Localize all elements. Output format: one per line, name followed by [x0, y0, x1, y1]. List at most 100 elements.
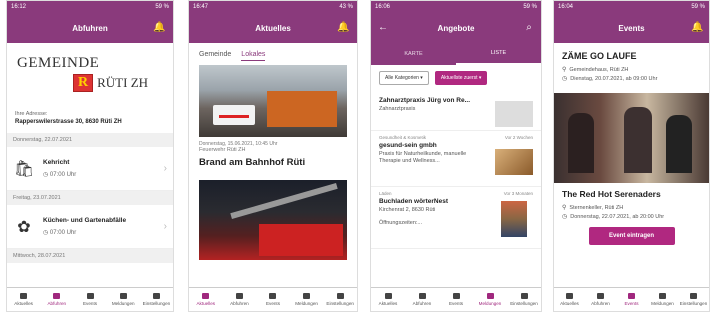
nav-events[interactable]: Events: [256, 288, 290, 311]
tab-lokales[interactable]: Lokales: [241, 51, 266, 61]
gear-icon: [152, 293, 160, 299]
nav-aktuelles[interactable]: Aktuelles: [7, 288, 40, 311]
nav-meldungen[interactable]: Meldungen: [290, 288, 324, 311]
phone-aktuelles: 16:47 43 % Aktuelles 🔔 Gemeinde Lokales …: [188, 0, 358, 312]
calendar-icon: [269, 293, 277, 299]
app-bar: Events 🔔: [554, 13, 709, 43]
calendar-icon: [452, 293, 460, 299]
bell-icon[interactable]: 🔔: [153, 22, 165, 34]
app-bar: ← Angebote ⌕: [371, 13, 541, 43]
compost-icon: ✿: [17, 218, 31, 236]
municipality-logo: GEMEINDE R RÜTI ZH: [7, 43, 173, 111]
search-icon[interactable]: ⌕: [523, 22, 535, 34]
event-photo-band[interactable]: [554, 93, 709, 183]
nav-aktuelles[interactable]: Aktuelles: [371, 288, 405, 311]
car-stripe: [219, 115, 249, 118]
nav-abfuhren[interactable]: Abfuhren: [223, 288, 257, 311]
page-title: Angebote: [437, 23, 475, 33]
nav-aktuelles[interactable]: Aktuelles: [189, 288, 223, 311]
nav-abfuhren[interactable]: Abfuhren: [40, 288, 73, 311]
page-title: Events: [618, 23, 645, 33]
status-battery: 59 %: [155, 4, 169, 10]
logo-word: GEMEINDE: [17, 55, 100, 71]
gear-icon: [520, 293, 528, 299]
collection-row-kehricht[interactable]: 🛍 Kehricht ◷ 07:00 Uhr ›: [7, 147, 173, 191]
bottom-nav: Aktuelles Abfuhren Events Meldungen Eins…: [189, 287, 357, 311]
address-value: Rapperswilerstrasse 30, 8630 Rüti ZH: [15, 119, 122, 125]
bell-icon[interactable]: 🔔: [337, 22, 349, 34]
logo-place: RÜTI ZH: [97, 75, 149, 90]
news-date: Donnerstag, 15.06.2021, 10:45 Uhr: [199, 141, 278, 147]
calendar-icon: [86, 293, 94, 299]
nav-meldungen[interactable]: Meldungen: [647, 288, 678, 311]
event-location: Gemeindehaus, Rüti ZH: [569, 66, 629, 73]
news-photo-fire[interactable]: [199, 180, 347, 260]
nav-abfuhren[interactable]: Abfuhren: [405, 288, 439, 311]
nav-meldungen[interactable]: Meldungen: [107, 288, 140, 311]
offer-card[interactable]: Gesundheit & Kosmetik Vor 2 Wochen gesund…: [371, 131, 541, 187]
tab-gemeinde[interactable]: Gemeinde: [199, 51, 231, 61]
nav-events[interactable]: Events: [439, 288, 473, 311]
chat-icon: [119, 293, 127, 299]
nav-abfuhren[interactable]: Abfuhren: [585, 288, 616, 311]
offer-card[interactable]: Zahnarztpraxis Jürg von Re... Zahnarztpr…: [371, 91, 541, 131]
app-bar: Aktuelles 🔔: [189, 13, 357, 43]
offer-category: Gesundheit & Kosmetik: [379, 135, 427, 140]
offer-hours: Öffnungszeiten:...: [379, 220, 423, 226]
offer-subtitle: Kirchenrat 2, 8630 Rüti: [379, 207, 436, 213]
truck-icon: [235, 293, 243, 299]
offer-thumbnail: [495, 149, 533, 175]
date-header: Donnerstag, 22.07.2021: [7, 133, 173, 147]
event-date: Dienstag, 20.07.2021, ab 09:00 Uhr: [570, 75, 658, 82]
location-pin-icon: ⚲: [562, 67, 567, 73]
news-headline[interactable]: Brand am Bahnhof Rüti: [189, 153, 357, 172]
calendar-icon: [628, 293, 635, 299]
nav-einstellungen[interactable]: Einstellungen: [140, 288, 173, 311]
nav-aktuelles[interactable]: Aktuelles: [554, 288, 585, 311]
collection-time: 07:00 Uhr: [49, 230, 77, 236]
bell-icon[interactable]: 🔔: [691, 22, 703, 34]
nav-einstellungen[interactable]: Einstellungen: [507, 288, 541, 311]
logo-crest: R: [73, 74, 94, 92]
add-event-button[interactable]: Event eintragen: [588, 227, 675, 245]
nav-events[interactable]: Events: [73, 288, 106, 311]
nav-meldungen[interactable]: Meldungen: [473, 288, 507, 311]
collection-time: 07:00 Uhr: [49, 172, 77, 178]
musician-shape: [624, 107, 652, 173]
news-icon: [20, 293, 28, 299]
tab-liste[interactable]: LISTE: [456, 43, 541, 65]
phone-angebote: 16:06 59 % ← Angebote ⌕ KARTE LISTE Alle…: [370, 0, 542, 312]
news-tabs: Gemeinde Lokales: [189, 43, 357, 65]
nav-einstellungen[interactable]: Einstellungen: [323, 288, 357, 311]
bottom-nav: Aktuelles Abfuhren Events Meldungen Eins…: [371, 287, 541, 311]
event-title[interactable]: The Red Hot Serenaders: [554, 183, 709, 203]
location-pin-icon: ⚲: [562, 205, 567, 211]
ladder-shape: [230, 182, 338, 220]
category-filter[interactable]: Alle Kategorien ▾: [379, 71, 429, 85]
clock-icon: ◷: [43, 230, 50, 236]
bottom-nav: Aktuelles Abfuhren Events Meldungen Eins…: [554, 287, 709, 311]
view-toggle: KARTE LISTE: [371, 43, 541, 65]
phone-abfuhren: 16:12 59 % Abfuhren 🔔 GEMEINDE R RÜTI ZH…: [6, 0, 174, 312]
news-photo-firetrucks[interactable]: [199, 65, 347, 137]
status-bar: 16:12 59 %: [7, 1, 173, 13]
event-title[interactable]: ZÄME GO LAUFE: [554, 43, 709, 65]
app-bar: Abfuhren 🔔: [7, 13, 173, 43]
truck-icon: [53, 293, 61, 299]
nav-einstellungen[interactable]: Einstellungen: [678, 288, 709, 311]
status-bar: 16:06 59 %: [371, 1, 541, 13]
offer-age: Vor 3 Monaten: [503, 191, 533, 196]
nav-events[interactable]: Events: [616, 288, 647, 311]
back-arrow-icon[interactable]: ←: [377, 22, 389, 34]
date-header: Freitag, 23.07.2021: [7, 191, 173, 205]
sort-filter[interactable]: Aktuellste zuerst ▾: [434, 71, 488, 85]
clock-icon: ◷: [562, 76, 568, 82]
tab-karte[interactable]: KARTE: [371, 43, 456, 65]
collection-row-garden[interactable]: ✿ Küchen- und Gartenabfälle ◷ 07:00 Uhr …: [7, 205, 173, 249]
clock-icon: ◷: [43, 172, 50, 178]
chat-icon: [303, 293, 311, 299]
musician-shape: [568, 113, 594, 173]
event-date: Donnerstag, 22.07.2021, ab 20:00 Uhr: [570, 213, 665, 220]
offer-card[interactable]: Läden Vor 3 Monaten Buchladen wörterNest …: [371, 187, 541, 249]
status-bar: 16:04 59 %: [554, 1, 709, 13]
